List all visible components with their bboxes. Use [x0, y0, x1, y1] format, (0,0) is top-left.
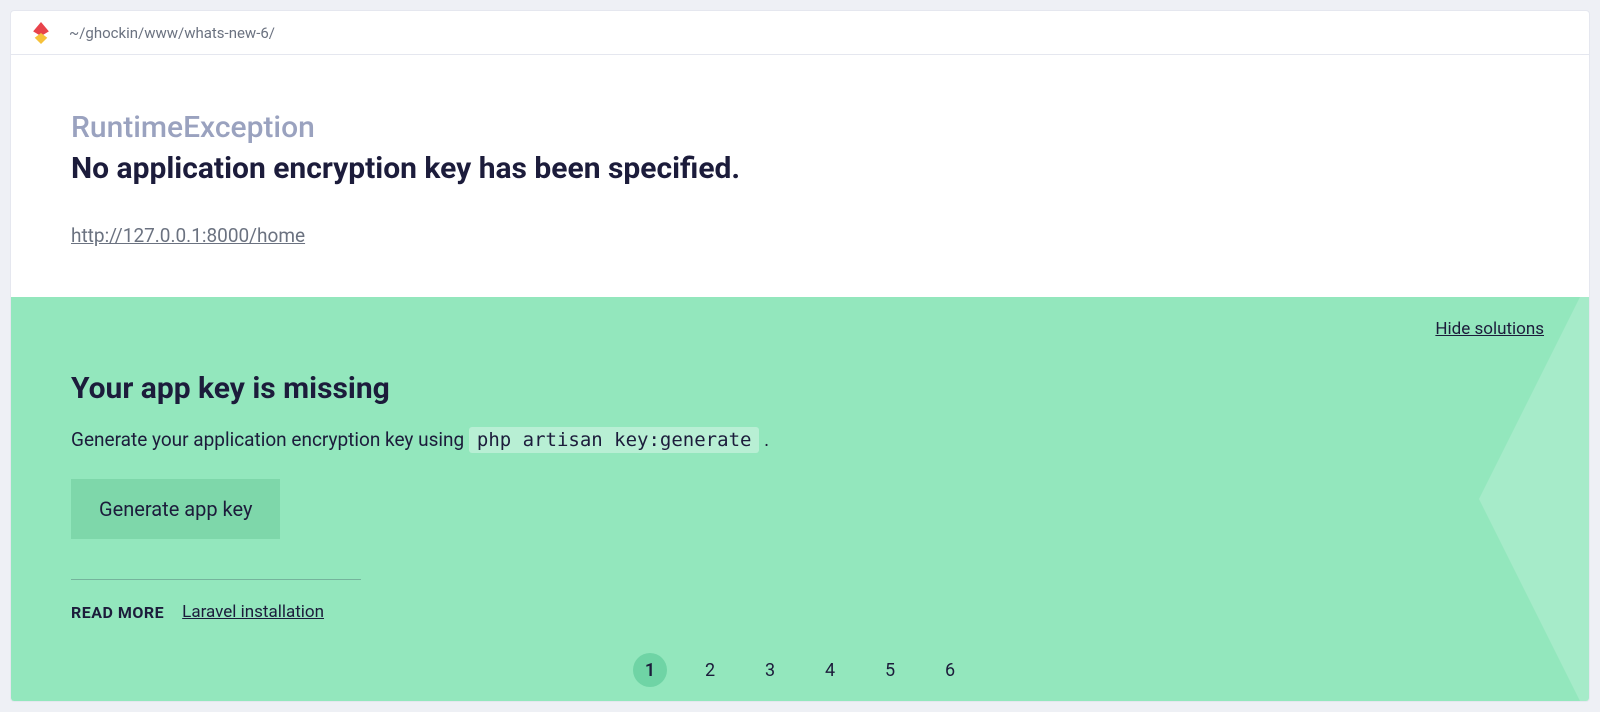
generate-app-key-button[interactable]: Generate app key	[71, 479, 280, 539]
pager-item-3[interactable]: 3	[753, 653, 787, 687]
solution-desc-suffix: .	[759, 428, 769, 451]
readmore-link[interactable]: Laravel installation	[182, 602, 324, 622]
topbar: ~/ghockin/www/whats-new-6/	[11, 11, 1589, 55]
solution-command-code: php artisan key:generate	[469, 427, 760, 453]
exception-message: No application encryption key has been s…	[71, 151, 1529, 186]
solution-title: Your app key is missing	[71, 371, 1529, 406]
decoration-triangle	[1479, 297, 1589, 701]
solution-pager: 123456	[633, 653, 967, 687]
hide-solutions-link[interactable]: Hide solutions	[1435, 319, 1544, 339]
solution-panel: Hide solutions Your app key is missing G…	[11, 297, 1589, 701]
pager-item-2[interactable]: 2	[693, 653, 727, 687]
solution-description: Generate your application encryption key…	[71, 428, 1529, 451]
readmore-label: READ MORE	[71, 603, 164, 622]
solution-desc-prefix: Generate your application encryption key…	[71, 428, 469, 451]
error-card: ~/ghockin/www/whats-new-6/ RuntimeExcept…	[10, 10, 1590, 702]
pager-item-6[interactable]: 6	[933, 653, 967, 687]
exception-type: RuntimeException	[71, 110, 1529, 145]
exception-panel: RuntimeException No application encrypti…	[11, 55, 1589, 297]
request-url-link[interactable]: http://127.0.0.1:8000/home	[71, 224, 305, 247]
project-path: ~/ghockin/www/whats-new-6/	[69, 24, 275, 42]
request-url: http://127.0.0.1:8000/home	[71, 224, 1529, 247]
readmore-row: READ MORE Laravel installation	[71, 602, 1529, 622]
pager-item-5[interactable]: 5	[873, 653, 907, 687]
readmore-separator	[71, 579, 361, 580]
ignition-logo-icon	[33, 21, 51, 45]
pager-item-4[interactable]: 4	[813, 653, 847, 687]
pager-item-1[interactable]: 1	[633, 653, 667, 687]
